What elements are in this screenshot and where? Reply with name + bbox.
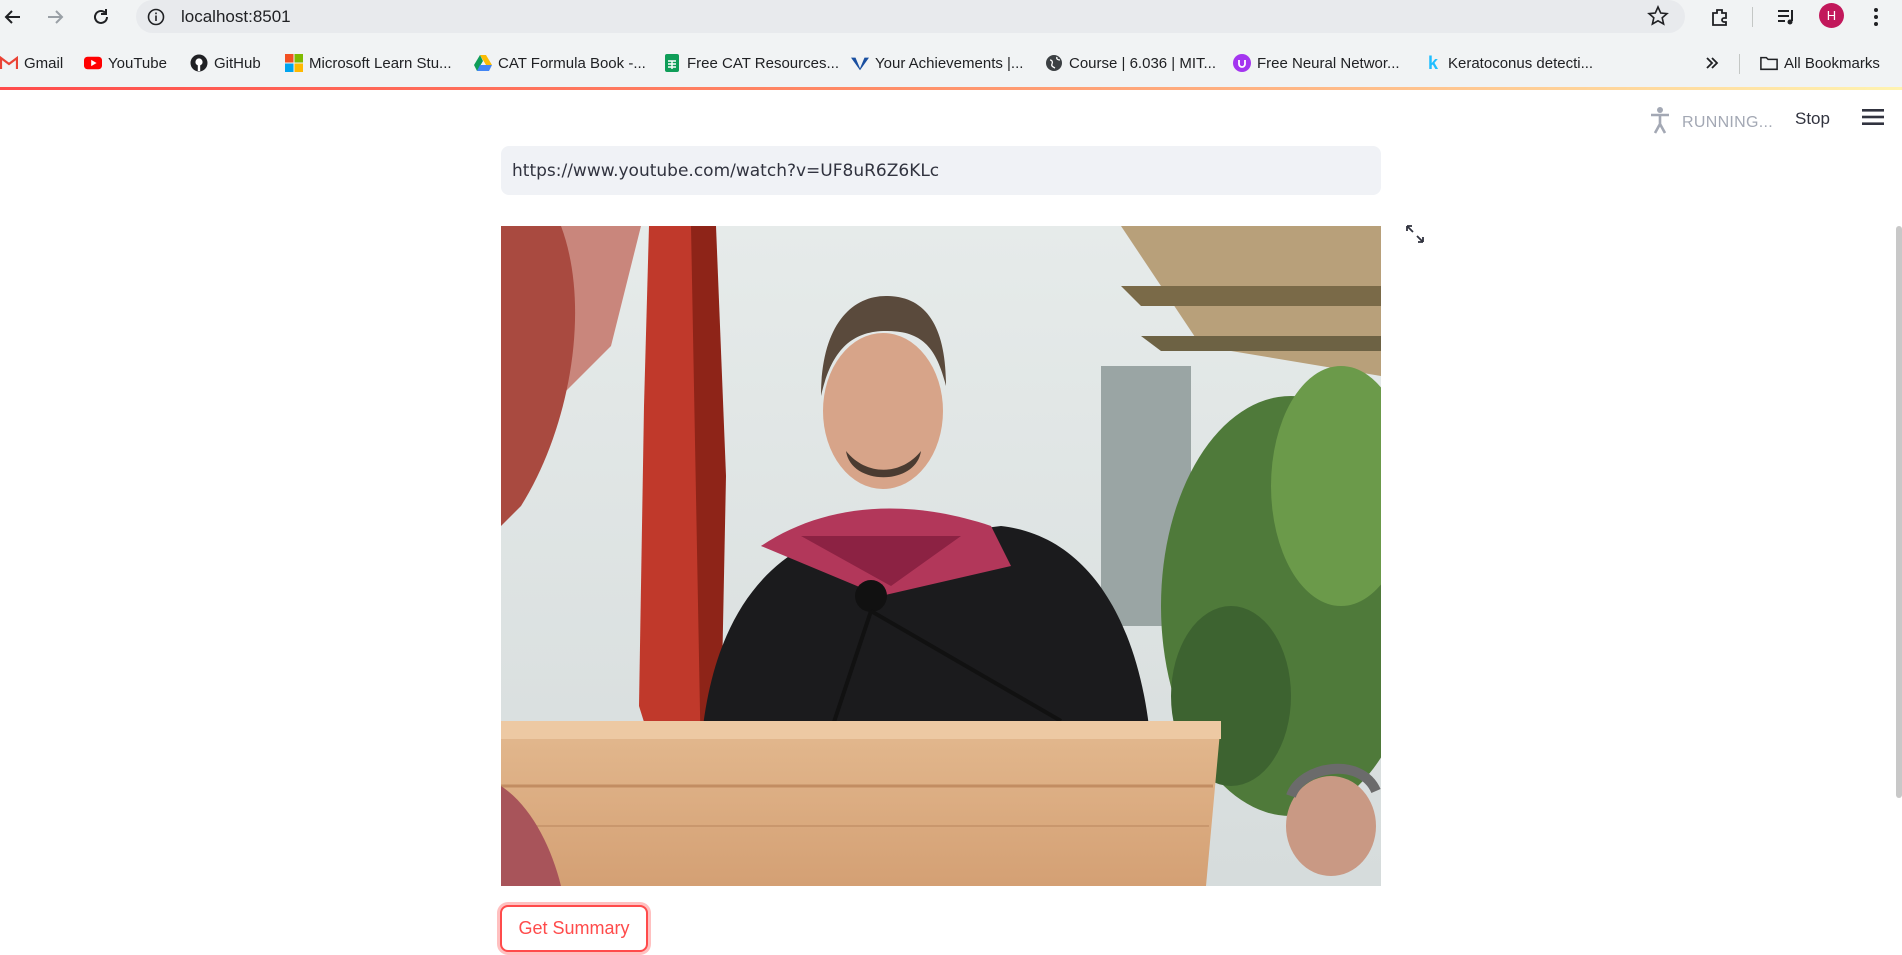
back-icon[interactable] bbox=[0, 4, 26, 30]
toolbar-divider bbox=[1752, 7, 1753, 27]
bookmark-github[interactable]: GitHub bbox=[190, 52, 261, 74]
gmail-icon bbox=[0, 54, 18, 72]
page-scrollbar[interactable] bbox=[1896, 226, 1902, 798]
bookmark-label: CAT Formula Book -... bbox=[498, 54, 646, 72]
bookmark-achievements[interactable]: Your Achievements |... bbox=[851, 52, 1023, 74]
stop-button[interactable]: Stop bbox=[1795, 109, 1830, 129]
bookmark-label: YouTube bbox=[108, 54, 167, 72]
bookmark-label: Course | 6.036 | MIT... bbox=[1069, 54, 1217, 72]
running-status: RUNNING... bbox=[1648, 106, 1773, 139]
more-bookmarks-button[interactable] bbox=[1703, 52, 1721, 74]
globe-icon bbox=[1045, 54, 1063, 72]
address-url[interactable]: localhost:8501 bbox=[181, 7, 291, 27]
bookmark-gmail[interactable]: Gmail bbox=[0, 52, 63, 74]
udemy-icon bbox=[1233, 54, 1251, 72]
github-icon bbox=[190, 54, 208, 72]
bookmark-cat-formula[interactable]: CAT Formula Book -... bbox=[474, 52, 646, 74]
browser-menu-icon[interactable] bbox=[1862, 3, 1890, 31]
bookmarks-divider bbox=[1739, 54, 1740, 74]
youtube-url-input[interactable] bbox=[501, 146, 1381, 195]
app-header-decoration bbox=[0, 87, 1902, 90]
bookmark-label: GitHub bbox=[214, 54, 261, 72]
browser-toolbar: localhost:8501 H bbox=[0, 0, 1902, 34]
google-sheets-icon bbox=[663, 54, 681, 72]
bookmark-mit-course[interactable]: Course | 6.036 | MIT... bbox=[1045, 52, 1216, 74]
bookmark-label: Free CAT Resources... bbox=[687, 54, 839, 72]
all-bookmarks-label: All Bookmarks bbox=[1784, 54, 1880, 72]
achievements-icon bbox=[851, 54, 869, 72]
extensions-icon[interactable] bbox=[1706, 3, 1734, 31]
folder-icon bbox=[1760, 54, 1778, 72]
kaggle-icon: k bbox=[1427, 52, 1438, 73]
double-chevron-right-icon bbox=[1703, 54, 1721, 72]
site-info-icon[interactable] bbox=[147, 8, 165, 31]
forward-icon[interactable] bbox=[42, 4, 68, 30]
google-drive-icon bbox=[474, 54, 492, 72]
bookmark-microsoft-learn[interactable]: Microsoft Learn Stu... bbox=[285, 52, 452, 74]
status-text: RUNNING... bbox=[1682, 113, 1773, 131]
profile-avatar[interactable]: H bbox=[1819, 3, 1844, 28]
hamburger-menu-icon[interactable] bbox=[1862, 108, 1884, 131]
reload-icon[interactable] bbox=[88, 4, 114, 30]
get-summary-button[interactable]: Get Summary bbox=[500, 905, 648, 952]
bookmark-label: Your Achievements |... bbox=[875, 54, 1024, 72]
running-man-icon bbox=[1648, 106, 1672, 139]
address-bar[interactable]: localhost:8501 bbox=[136, 0, 1685, 33]
bookmark-free-cat-resources[interactable]: Free CAT Resources... bbox=[663, 52, 839, 74]
bookmark-label: Free Neural Networ... bbox=[1257, 54, 1400, 72]
speaker-image bbox=[501, 226, 1381, 886]
bookmark-star-icon[interactable] bbox=[1647, 5, 1669, 32]
bookmark-label: Microsoft Learn Stu... bbox=[309, 54, 452, 72]
video-thumbnail[interactable] bbox=[501, 226, 1381, 886]
fullscreen-expand-icon[interactable] bbox=[1405, 224, 1425, 249]
youtube-icon bbox=[84, 54, 102, 72]
bookmark-youtube[interactable]: YouTube bbox=[84, 52, 167, 74]
bookmark-label: Keratoconus detecti... bbox=[1448, 54, 1594, 72]
bookmark-keratoconus[interactable]: k Keratoconus detecti... bbox=[1424, 52, 1593, 74]
media-controls-icon[interactable] bbox=[1772, 3, 1800, 31]
bookmark-label: Gmail bbox=[24, 54, 64, 72]
all-bookmarks-button[interactable]: All Bookmarks bbox=[1760, 52, 1880, 74]
microsoft-icon bbox=[285, 54, 303, 72]
bookmark-neural-networks[interactable]: Free Neural Networ... bbox=[1233, 52, 1400, 74]
